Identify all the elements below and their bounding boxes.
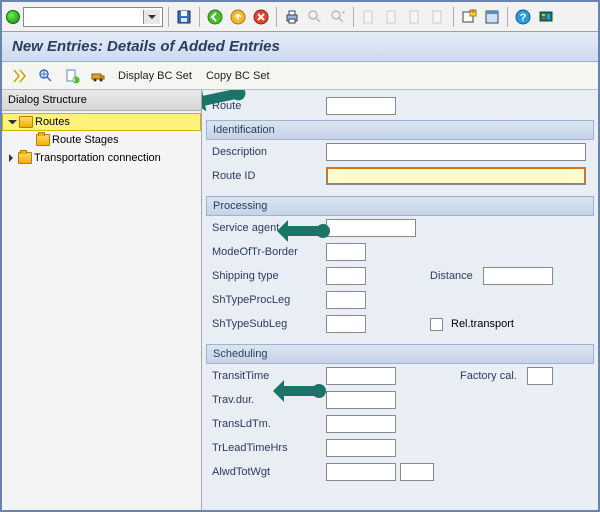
rel-transport-label: Rel.transport [451, 318, 514, 330]
separator [353, 7, 354, 27]
content-area: Route Identification Description Route I… [202, 90, 598, 510]
find-next-icon [328, 7, 348, 27]
shtype-subs-input[interactable] [326, 315, 366, 333]
shtype-subs-label: ShTypeSubLeg [212, 318, 322, 330]
twisty-open-icon[interactable] [7, 117, 17, 127]
shipping-type-label: Shipping type [212, 270, 322, 282]
new-session-icon[interactable]: + [459, 7, 479, 27]
customize-icon[interactable] [536, 7, 556, 27]
scheduling-header: Scheduling [206, 344, 594, 364]
transit-time-input[interactable] [326, 367, 396, 385]
folder-icon [18, 152, 32, 164]
status-ok-icon [6, 10, 20, 24]
factory-cal-input[interactable] [527, 367, 553, 385]
cancel-icon[interactable] [251, 7, 271, 27]
tree: Routes Route Stages Transportation conne… [2, 111, 201, 169]
display-bc-set-button[interactable]: Display BC Set [114, 68, 196, 84]
tree-node-transportation[interactable]: Transportation connection [2, 149, 201, 167]
folder-open-icon [19, 116, 33, 128]
scheduling-section: Scheduling TransitTime Factory cal. Trav… [206, 344, 594, 484]
layout-icon[interactable] [482, 7, 502, 27]
tree-node-routes[interactable]: Routes [2, 113, 201, 131]
rel-transport-checkbox[interactable] [430, 318, 443, 331]
tree-label: Route Stages [52, 134, 119, 146]
separator [199, 7, 200, 27]
route-label: Route [212, 100, 322, 112]
find-icon [305, 7, 325, 27]
collapse-icon[interactable] [36, 66, 56, 86]
back-icon[interactable] [205, 7, 225, 27]
description-label: Description [212, 146, 322, 158]
svg-text:?: ? [520, 12, 527, 24]
processing-section: Processing Service agent ModeOfTr-Border… [206, 196, 594, 336]
identification-section: Identification Description Route ID [206, 120, 594, 188]
title-bar: New Entries: Details of Added Entries [2, 32, 598, 62]
trans-ld-label: TransLdTm. [212, 418, 322, 430]
system-toolbar: + ? [2, 2, 598, 32]
description-input[interactable] [326, 143, 586, 161]
twisty-closed-icon[interactable] [6, 153, 16, 163]
tr-lead-hrs-label: TrLeadTimeHrs [212, 442, 322, 454]
identification-header: Identification [206, 120, 594, 140]
expand-icon[interactable] [10, 66, 30, 86]
app-toolbar: Display BC Set Copy BC Set [2, 62, 598, 90]
distance-input[interactable] [483, 267, 553, 285]
separator [453, 7, 454, 27]
route-id-input[interactable] [326, 167, 586, 185]
page-title: New Entries: Details of Added Entries [12, 38, 280, 55]
shtype-proc-label: ShTypeProcLeg [212, 294, 322, 306]
service-agent-input[interactable] [326, 219, 416, 237]
route-row: Route [206, 94, 594, 118]
tree-label: Routes [35, 116, 70, 128]
factory-cal-label: Factory cal. [460, 370, 517, 382]
separator [276, 7, 277, 27]
copy-bc-set-button[interactable]: Copy BC Set [202, 68, 274, 84]
trav-dur-label: Trav.dur. [212, 394, 322, 406]
tree-node-route-stages[interactable]: Route Stages [2, 131, 201, 149]
alwd-tot-wgt-label: AlwdTotWgt [212, 466, 322, 478]
first-page-icon [359, 7, 379, 27]
command-field[interactable] [23, 7, 163, 27]
prev-page-icon [382, 7, 402, 27]
save-icon[interactable] [174, 7, 194, 27]
shipping-type-input[interactable] [326, 267, 366, 285]
help-icon[interactable]: ? [513, 7, 533, 27]
trav-dur-input[interactable] [326, 391, 396, 409]
tr-lead-hrs-input[interactable] [326, 439, 396, 457]
route-id-label: Route ID [212, 170, 322, 182]
print-icon[interactable] [282, 7, 302, 27]
distance-label: Distance [430, 270, 473, 282]
shtype-proc-input[interactable] [326, 291, 366, 309]
next-page-icon [405, 7, 425, 27]
last-page-icon [428, 7, 448, 27]
separator [168, 7, 169, 27]
route-input[interactable] [326, 97, 396, 115]
dialog-structure-header: Dialog Structure [2, 90, 201, 111]
mode-border-input[interactable] [326, 243, 366, 261]
mode-border-label: ModeOfTr-Border [212, 246, 322, 258]
undo-icon[interactable] [62, 66, 82, 86]
trans-ld-input[interactable] [326, 415, 396, 433]
dialog-structure-panel: Dialog Structure Routes Route Stages Tra… [2, 90, 202, 510]
folder-icon [36, 134, 50, 146]
service-agent-label: Service agent [212, 222, 322, 234]
processing-header: Processing [206, 196, 594, 216]
tree-label: Transportation connection [34, 152, 161, 164]
alwd-tot-wgt-input[interactable] [326, 463, 396, 481]
exit-icon[interactable] [228, 7, 248, 27]
transit-time-label: TransitTime [212, 370, 322, 382]
svg-text:+: + [470, 9, 476, 18]
transport-icon[interactable] [88, 66, 108, 86]
alwd-tot-wgt-unit-input[interactable] [400, 463, 434, 481]
separator [507, 7, 508, 27]
